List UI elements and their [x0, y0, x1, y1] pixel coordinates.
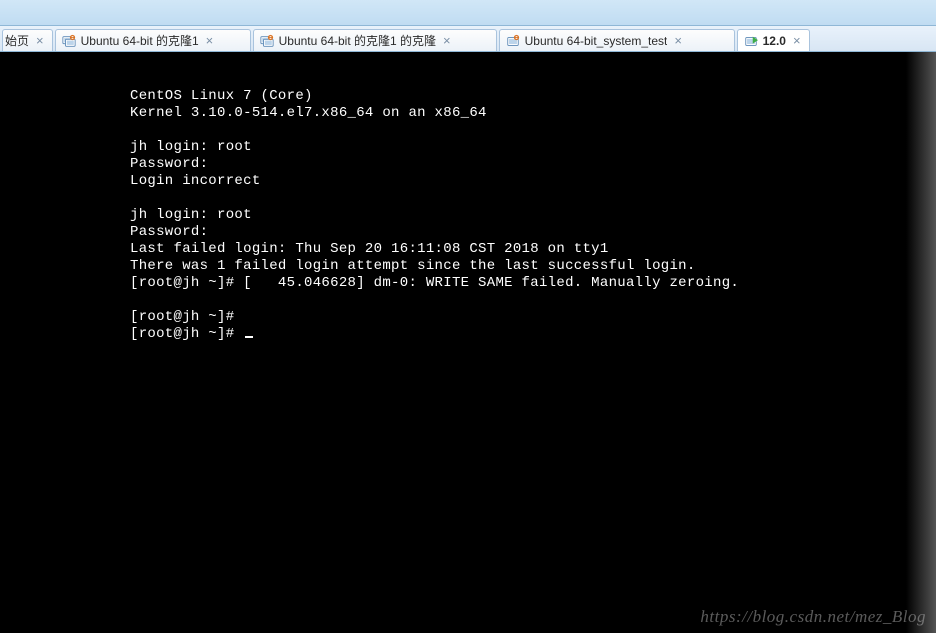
terminal-line: Password:: [130, 224, 208, 240]
terminal-line: Kernel 3.10.0-514.el7.x86_64 on an x86_6…: [130, 105, 487, 121]
terminal-line: jh login: root: [130, 139, 252, 155]
tab-home[interactable]: 始页 ×: [2, 29, 53, 51]
top-toolbar: [0, 0, 936, 26]
vm-icon: [260, 34, 274, 48]
tab-label: 12.0: [763, 34, 786, 48]
terminal-line: [root@jh ~]#: [130, 309, 234, 325]
tab-vm-clone1[interactable]: Ubuntu 64-bit 的克隆1 ×: [55, 29, 251, 51]
tab-label: 始页: [5, 32, 29, 49]
tab-vm-clone1-clone[interactable]: Ubuntu 64-bit 的克隆1 的克隆 ×: [253, 29, 497, 51]
close-icon[interactable]: ×: [672, 34, 684, 47]
terminal-prompt: [root@jh ~]#: [130, 326, 243, 342]
cursor-icon: [245, 336, 253, 338]
terminal-line: There was 1 failed login attempt since t…: [130, 258, 696, 274]
close-icon[interactable]: ×: [791, 34, 803, 47]
terminal-output[interactable]: CentOS Linux 7 (Core) Kernel 3.10.0-514.…: [0, 52, 936, 343]
close-icon[interactable]: ×: [441, 34, 453, 47]
tab-strip: 始页 × Ubuntu 64-bit 的克隆1 × Ubuntu 64-bit …: [0, 26, 936, 52]
terminal-line: Login incorrect: [130, 173, 261, 189]
tab-vm-12-0[interactable]: 12.0 ×: [737, 29, 810, 51]
close-icon[interactable]: ×: [204, 34, 216, 47]
terminal-line: [root@jh ~]# [ 45.046628] dm-0: WRITE SA…: [130, 275, 739, 291]
tab-vm-system-test[interactable]: Ubuntu 64-bit_system_test ×: [499, 29, 735, 51]
vm-running-icon: [744, 34, 758, 48]
vm-icon: [62, 34, 76, 48]
tab-label: Ubuntu 64-bit_system_test: [525, 34, 668, 48]
watermark-text: https://blog.csdn.net/mez_Blog: [700, 607, 926, 627]
tab-label: Ubuntu 64-bit 的克隆1: [81, 32, 199, 49]
terminal-line: CentOS Linux 7 (Core): [130, 88, 313, 104]
close-icon[interactable]: ×: [34, 34, 46, 47]
tab-label: Ubuntu 64-bit 的克隆1 的克隆: [279, 32, 436, 49]
terminal-line: jh login: root: [130, 207, 252, 223]
vm-icon: [506, 34, 520, 48]
terminal-line: Password:: [130, 156, 208, 172]
terminal-line: Last failed login: Thu Sep 20 16:11:08 C…: [130, 241, 609, 257]
